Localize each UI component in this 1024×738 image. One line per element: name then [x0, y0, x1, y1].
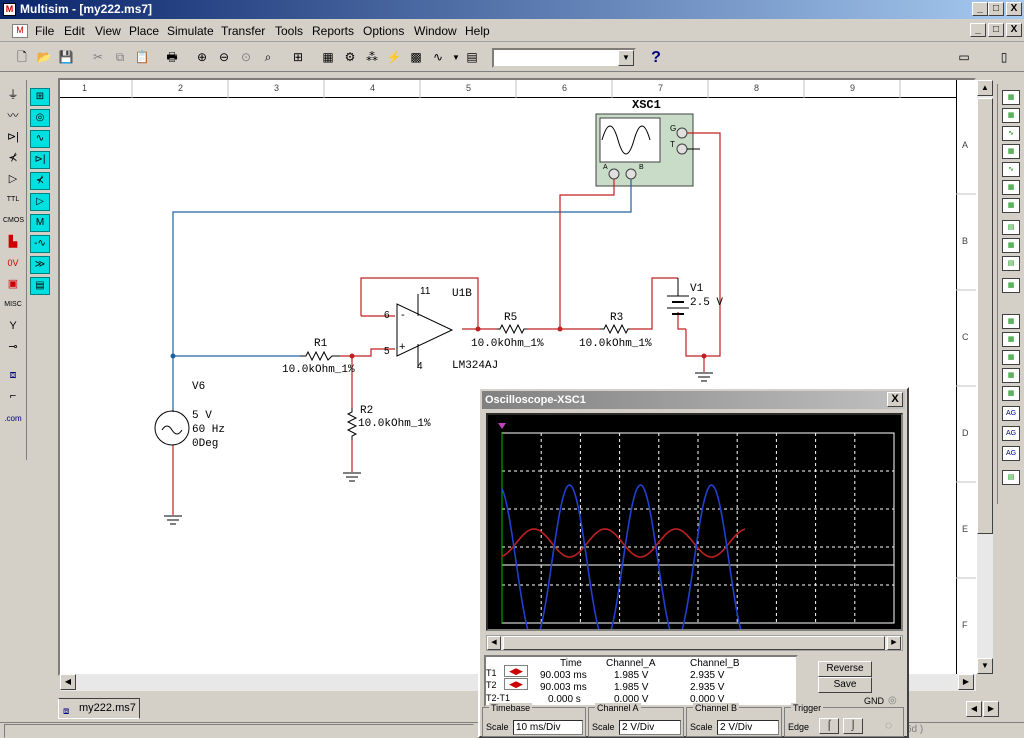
- timebase-scale-field[interactable]: 10 ms/Div: [513, 720, 583, 735]
- trigger-group: Trigger Edge ⌠ ⌡ ◌: [784, 703, 904, 737]
- pin-5: 5: [384, 346, 390, 357]
- oscilloscope-scrollbar[interactable]: ◀ ▶: [486, 635, 903, 651]
- pin-plus: +: [399, 341, 406, 353]
- pin-6: 6: [384, 310, 390, 321]
- channel-b-scale-field[interactable]: 2 V/Div: [717, 720, 779, 735]
- trigger-level-icon[interactable]: ◌: [885, 718, 892, 732]
- t2-arrows-icon[interactable]: ◀▶: [504, 678, 528, 690]
- v1-value: 2.5 V: [690, 297, 724, 309]
- vertical-scroll-thumb[interactable]: [977, 98, 993, 534]
- reverse-button[interactable]: Reverse: [818, 661, 872, 677]
- timebase-group: Timebase Scale 10 ms/Div: [482, 703, 586, 737]
- t1-arrows-icon[interactable]: ◀▶: [504, 665, 528, 677]
- oscilloscope-title: Oscilloscope-XSC1: [485, 394, 586, 406]
- t1-time: 90.003 ms: [540, 670, 587, 681]
- osc-scroll-right-icon[interactable]: ▶: [887, 636, 901, 650]
- tab-label: my222.ms7: [79, 702, 136, 714]
- oscilloscope-window: Oscilloscope-XSC1 X ◀ ▶ Time Channel_A C…: [478, 387, 909, 738]
- v6-name: V6: [192, 381, 206, 393]
- vertical-scrollbar[interactable]: ▲ ▼: [976, 80, 993, 674]
- readout-header-b: Channel_B: [690, 658, 740, 669]
- r1-value: 10.0kOhm_1%: [282, 364, 355, 376]
- osc-scroll-thumb[interactable]: [503, 636, 885, 650]
- status-pane-main: [4, 724, 474, 738]
- t2-label: T2: [486, 680, 497, 690]
- osc-scroll-left-icon[interactable]: ◀: [487, 636, 501, 650]
- readout-header-time: Time: [560, 658, 582, 669]
- pin-4: 4: [417, 361, 423, 372]
- xsc1-terminal-a: A: [603, 164, 608, 171]
- channel-b-title: Channel B: [693, 703, 740, 713]
- circuit-file-icon: ⧈: [63, 706, 70, 717]
- t2-time: 90.003 ms: [540, 682, 587, 693]
- scope-grid-border: [501, 432, 895, 624]
- readout-header-a: Channel_A: [606, 658, 656, 669]
- r5-value: 10.0kOhm_1%: [471, 338, 544, 350]
- scroll-left-icon[interactable]: ◀: [60, 674, 76, 690]
- channel-a-scale-field[interactable]: 2 V/Div: [619, 720, 681, 735]
- channel-a-title: Channel A: [595, 703, 641, 713]
- v6-amplitude: 5 V: [192, 410, 212, 422]
- t2-b: 2.935 V: [690, 682, 725, 693]
- xsc1-terminal-t: T: [670, 140, 675, 149]
- trigger-edge-label: Edge: [788, 722, 810, 732]
- r5-name: R5: [504, 312, 518, 324]
- rising-edge-icon[interactable]: ⌠: [819, 718, 839, 734]
- r2-name: R2: [360, 405, 374, 417]
- trigger-title: Trigger: [791, 703, 824, 713]
- u1b-label: U1B: [452, 288, 472, 300]
- channel-a-group: Channel A Scale 2 V/Div: [588, 703, 684, 737]
- timebase-title: Timebase: [489, 703, 533, 713]
- xsc1-terminal-g: G: [670, 124, 677, 133]
- t1-label: T1: [486, 668, 497, 678]
- channel-a-scale-label: Scale: [592, 722, 615, 732]
- gnd-label: GND: [864, 696, 884, 706]
- t1-a: 1.985 V: [614, 670, 649, 681]
- u1b-part: LM324AJ: [452, 360, 499, 372]
- scroll-down-icon[interactable]: ▼: [977, 658, 993, 674]
- r3-value: 10.0kOhm_1%: [579, 338, 652, 350]
- tab-scroll-left-icon[interactable]: ◀: [966, 701, 982, 717]
- oscilloscope-traces: [498, 423, 895, 642]
- save-button[interactable]: Save: [818, 677, 872, 693]
- v6-frequency: 60 Hz: [192, 424, 226, 436]
- oscilloscope-screen[interactable]: [486, 413, 903, 642]
- dt-time: 0.000 s: [548, 694, 581, 705]
- t2-a: 1.985 V: [614, 682, 649, 693]
- timebase-scale-label: Scale: [486, 722, 509, 732]
- pin-11: 11: [420, 286, 431, 297]
- xsc1-label: XSC1: [632, 98, 661, 112]
- falling-edge-icon[interactable]: ⌡: [843, 718, 863, 734]
- pin-minus: -: [401, 309, 405, 321]
- scope-cursor-marker: [498, 423, 506, 429]
- channel-b-scale-label: Scale: [690, 722, 713, 732]
- channel-b-group: Channel B Scale 2 V/Div: [686, 703, 782, 737]
- scroll-up-icon[interactable]: ▲: [977, 80, 993, 96]
- v6-phase: 0Deg: [192, 438, 219, 450]
- scroll-right-icon[interactable]: ▶: [958, 674, 974, 690]
- t1-b: 2.935 V: [690, 670, 725, 681]
- r2-value: 10.0kOhm_1%: [358, 418, 431, 430]
- oscilloscope-close-button[interactable]: X: [887, 392, 903, 407]
- v1-name: V1: [690, 283, 704, 295]
- xsc1-terminal-b: B: [639, 164, 644, 171]
- r3-name: R3: [610, 312, 624, 324]
- tab-my222[interactable]: ⧈ my222.ms7: [58, 698, 140, 719]
- tab-scroll-right-icon[interactable]: ▶: [983, 701, 999, 717]
- cursor-readout: Time Channel_A Channel_B 90.003 ms 1.985…: [484, 655, 798, 707]
- t2-t1-label: T2-T1: [486, 693, 511, 703]
- gnd-terminal-icon[interactable]: ◎: [888, 695, 897, 706]
- r1-name: R1: [314, 338, 328, 350]
- oscilloscope-title-bar[interactable]: Oscilloscope-XSC1 X: [482, 391, 905, 409]
